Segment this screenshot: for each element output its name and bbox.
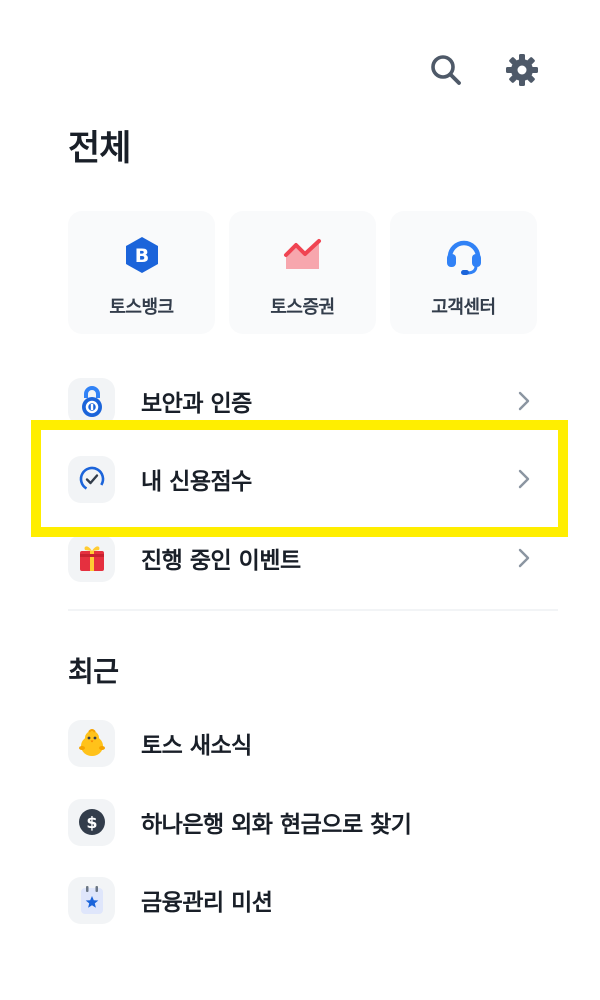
recent-item-hana-cash[interactable]: $ 하나은행 외화 현금으로 찾기 — [68, 792, 556, 852]
credit-gauge-icon — [68, 455, 115, 503]
customer-center-card[interactable]: 고객센터 — [390, 211, 537, 334]
gear-icon — [506, 54, 538, 86]
search-button[interactable] — [426, 50, 466, 90]
section-divider — [68, 609, 558, 611]
recent-item-finance-mission[interactable]: 금융관리 미션 — [68, 870, 556, 930]
settings-button[interactable] — [502, 50, 542, 90]
menu-item-credit-score[interactable]: 내 신용점수 — [68, 449, 556, 509]
toss-securities-icon — [281, 233, 325, 277]
chick-icon — [68, 719, 115, 767]
recent-label-finance-mission: 금융관리 미션 — [141, 890, 273, 916]
svg-text:B: B — [134, 245, 148, 267]
quick-links: B 토스뱅크 토스증권 고객센터 — [68, 211, 537, 334]
toss-securities-label: 토스증권 — [270, 297, 335, 318]
menu-label-credit-score: 내 신용점수 — [141, 469, 252, 495]
page-title: 전체 — [68, 129, 131, 169]
toss-bank-label: 토스뱅크 — [109, 297, 174, 318]
toss-bank-icon: B — [120, 233, 164, 277]
search-icon — [431, 55, 461, 85]
toss-bank-card[interactable]: B 토스뱅크 — [68, 211, 215, 334]
top-actions — [426, 50, 542, 90]
toss-securities-card[interactable]: 토스증권 — [229, 211, 376, 334]
security-lock-icon — [68, 377, 115, 425]
chevron-right-icon — [512, 389, 536, 413]
chevron-right-icon — [512, 467, 536, 491]
menu-label-events: 진행 중인 이벤트 — [141, 548, 301, 574]
mission-calendar-icon — [68, 876, 115, 924]
recent-section-title: 최근 — [68, 655, 119, 688]
headset-icon — [442, 233, 486, 277]
menu-label-security: 보안과 인증 — [141, 391, 252, 417]
recent-label-hana-cash: 하나은행 외화 현금으로 찾기 — [141, 812, 412, 838]
recent-item-toss-news[interactable]: 토스 새소식 — [68, 713, 556, 773]
svg-text:$: $ — [86, 813, 97, 832]
recent-label-toss-news: 토스 새소식 — [141, 733, 252, 759]
menu-item-events[interactable]: 진행 중인 이벤트 — [68, 528, 556, 588]
chevron-right-icon — [512, 546, 536, 570]
gift-icon — [68, 534, 115, 582]
customer-center-label: 고객센터 — [431, 297, 496, 318]
dollar-coin-icon: $ — [68, 798, 115, 846]
menu-item-security[interactable]: 보안과 인증 — [68, 371, 556, 431]
